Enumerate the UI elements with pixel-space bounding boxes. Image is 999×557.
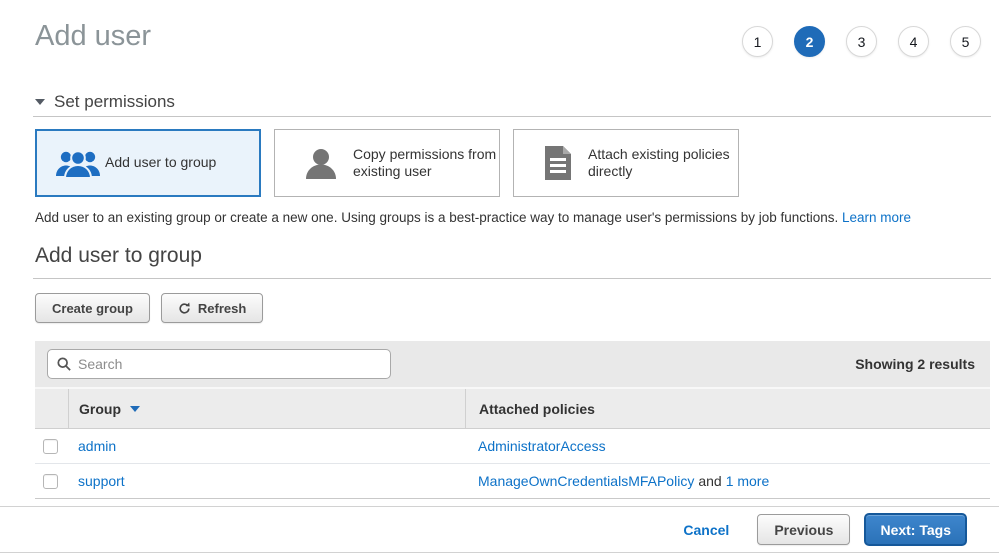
group-toolbar: Create group Refresh	[35, 293, 263, 323]
option-card-attach-policies[interactable]: Attach existing policies directly	[513, 129, 739, 197]
user-group-icon	[55, 147, 101, 179]
results-count: Showing 2 results	[855, 356, 978, 372]
section-description: Add user to an existing group or create …	[35, 210, 911, 225]
sort-descending-icon[interactable]	[130, 406, 140, 412]
policy-joiner: and	[698, 473, 721, 489]
previous-button[interactable]: Previous	[757, 514, 850, 545]
policy-link[interactable]: ManageOwnCredentialsMFAPolicy	[478, 473, 694, 489]
refresh-button[interactable]: Refresh	[161, 293, 263, 323]
step-1[interactable]: 1	[742, 26, 773, 57]
search-box[interactable]	[47, 349, 391, 379]
step-2-active[interactable]: 2	[794, 26, 825, 57]
table-row-admin: admin AdministratorAccess	[35, 429, 990, 464]
group-column-label: Group	[79, 401, 121, 417]
step-5[interactable]: 5	[950, 26, 981, 57]
next-tags-label: Next: Tags	[880, 522, 951, 538]
groups-table: Showing 2 results Group Attached policie…	[35, 341, 990, 499]
select-all-column	[35, 389, 68, 428]
divider	[33, 278, 991, 279]
create-group-button[interactable]: Create group	[35, 293, 150, 323]
policy-document-icon	[542, 145, 574, 181]
cancel-link[interactable]: Cancel	[683, 522, 729, 538]
collapse-caret-icon	[35, 99, 45, 105]
option-card-add-user-to-group[interactable]: Add user to group	[35, 129, 261, 197]
search-icon	[57, 357, 71, 371]
refresh-label: Refresh	[198, 301, 246, 316]
wizard-footer: Cancel Previous Next: Tags	[0, 506, 999, 552]
refresh-icon	[178, 302, 191, 315]
user-icon	[303, 146, 339, 180]
row-checkbox[interactable]	[43, 474, 58, 489]
table-row-support: support ManageOwnCredentialsMFAPolicy an…	[35, 464, 990, 499]
group-section-heading: Add user to group	[35, 244, 202, 268]
option-card-label: Attach existing policies directly	[588, 146, 738, 181]
add-user-wizard-page: Add user 1 2 3 4 5 Set permissions	[0, 0, 999, 557]
option-card-label: Add user to group	[105, 154, 216, 172]
step-4[interactable]: 4	[898, 26, 929, 57]
column-header-policies: Attached policies	[465, 389, 990, 428]
option-card-label: Copy permissions from existing user	[353, 146, 499, 181]
page-title: Add user	[35, 20, 151, 53]
description-text: Add user to an existing group or create …	[35, 210, 838, 225]
set-permissions-header[interactable]: Set permissions	[35, 92, 175, 112]
create-group-label: Create group	[52, 301, 133, 316]
divider	[33, 116, 991, 117]
divider	[0, 552, 999, 553]
row-checkbox[interactable]	[43, 439, 58, 454]
previous-label: Previous	[774, 522, 833, 538]
step-3[interactable]: 3	[846, 26, 877, 57]
wizard-step-indicator: 1 2 3 4 5	[742, 26, 981, 57]
column-header-group[interactable]: Group	[68, 389, 465, 428]
search-input[interactable]	[78, 356, 381, 372]
option-card-copy-permissions[interactable]: Copy permissions from existing user	[274, 129, 500, 197]
more-policies-link[interactable]: 1 more	[726, 473, 770, 489]
table-search-row: Showing 2 results	[35, 341, 990, 387]
learn-more-link[interactable]: Learn more	[842, 210, 911, 225]
permission-option-cards: Add user to group Copy permissions from …	[35, 129, 739, 197]
group-link[interactable]: admin	[78, 438, 116, 454]
group-link[interactable]: support	[78, 473, 125, 489]
policy-link[interactable]: AdministratorAccess	[478, 438, 606, 454]
set-permissions-label: Set permissions	[54, 92, 175, 112]
next-tags-button[interactable]: Next: Tags	[864, 513, 967, 546]
table-header-row: Group Attached policies	[35, 387, 990, 429]
policies-column-label: Attached policies	[479, 401, 595, 417]
